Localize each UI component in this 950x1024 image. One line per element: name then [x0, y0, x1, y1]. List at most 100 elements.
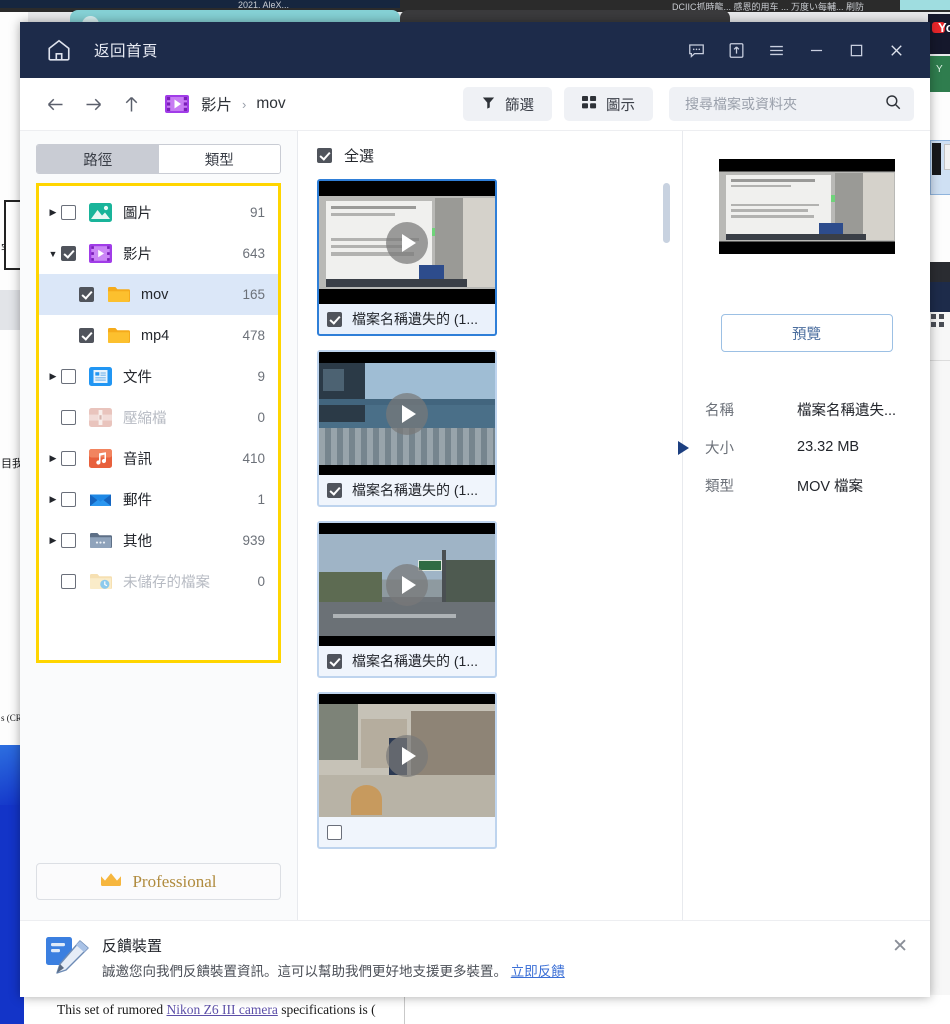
tree-item-label: 音訊: [123, 452, 152, 468]
background-right-page2: [928, 312, 950, 1024]
tree-checkbox[interactable]: [61, 533, 76, 548]
background-bottom-link[interactable]: Nikon Z6 III camera: [166, 1002, 277, 1017]
tree-item-videos[interactable]: ▼ 影片 643: [39, 233, 278, 274]
view-mode-button[interactable]: 圖示: [564, 87, 653, 121]
background-tab-title-left: 2021. AleX...: [238, 0, 290, 10]
file-card[interactable]: 檔案名稱遺失的 (1...: [317, 350, 497, 507]
tree-item-label: 其他: [123, 534, 152, 550]
maximize-button[interactable]: [836, 31, 876, 69]
expand-arrow-icon[interactable]: ▶: [45, 371, 61, 382]
file-card-grid: 檔案名稱遺失的 (1... 檔案名稱遺失的 (1... 檔案名稱遺失的 (1..…: [298, 166, 682, 849]
tab-path[interactable]: 路徑: [37, 145, 159, 173]
file-checkbox[interactable]: [327, 311, 342, 327]
tree-item-label: mov: [141, 286, 169, 303]
search-box[interactable]: 搜尋檔案或資料夾: [669, 87, 914, 121]
tree-checkbox[interactable]: [61, 574, 76, 589]
search-placeholder[interactable]: 搜尋檔案或資料夾: [685, 94, 884, 114]
menu-icon[interactable]: [756, 31, 796, 69]
background-teal-strip: [900, 0, 950, 10]
tree-item-audio[interactable]: ▶ 音訊 410: [39, 438, 278, 479]
tree-checkbox[interactable]: [61, 492, 76, 507]
tree-checkbox[interactable]: [79, 328, 94, 343]
tree-item-pictures[interactable]: ▶ 圖片 91: [39, 192, 278, 233]
notification-title: 反饋裝置: [102, 938, 163, 955]
expand-arrow-icon[interactable]: ▶: [45, 535, 61, 546]
file-thumbnail[interactable]: [319, 523, 495, 646]
file-checkbox[interactable]: [327, 482, 342, 498]
play-icon[interactable]: [386, 563, 428, 606]
tree-item-label: 未儲存的檔案: [123, 575, 210, 591]
filter-button[interactable]: 篩選: [463, 87, 552, 121]
background-right-thumb-dark: [932, 143, 941, 175]
archive-icon: [89, 408, 112, 427]
breadcrumb-root[interactable]: 影片: [201, 93, 232, 115]
home-icon[interactable]: [46, 37, 72, 63]
folder-icon: [107, 326, 130, 345]
tree-item-other[interactable]: ▶ 其他 939: [39, 520, 278, 561]
close-button[interactable]: [876, 31, 916, 69]
file-card[interactable]: 檔案名稱遺失的 (1...: [317, 521, 497, 678]
play-icon[interactable]: [386, 221, 428, 264]
tree-item-label: 圖片: [123, 206, 152, 222]
tree-item-count: 410: [242, 451, 265, 466]
play-icon[interactable]: [386, 392, 428, 435]
tree-item-mov[interactable]: mov 165: [39, 274, 278, 315]
preview-button[interactable]: 預覽: [720, 314, 893, 352]
background-left-snip-3: s (CR: [1, 713, 22, 723]
recovery-app-window: 返回首頁 影片 › mov 篩選 圖示 搜尋檔案或資料夾 路徑 類型 ▶ 圖片 …: [20, 22, 930, 997]
notification-description: 誠邀您向我們反饋裝置資訊。這可以幫助我們更好地支援更多裝置。 立即反饋: [102, 962, 602, 982]
expand-arrow-icon[interactable]: ▶: [45, 207, 61, 218]
tab-type[interactable]: 類型: [158, 145, 280, 173]
tree-checkbox[interactable]: [61, 369, 76, 384]
file-list-scrollbar[interactable]: [663, 183, 670, 243]
tree-item-mail[interactable]: ▶ 郵件 1: [39, 479, 278, 520]
expand-arrow-icon[interactable]: ▶: [45, 494, 61, 505]
file-card[interactable]: [317, 692, 497, 849]
tree-checkbox[interactable]: [61, 410, 76, 425]
tree-checkbox[interactable]: [61, 451, 76, 466]
notification-link[interactable]: 立即反饋: [511, 964, 565, 979]
file-thumbnail[interactable]: [319, 352, 495, 475]
tree-item-documents[interactable]: ▶ 文件 9: [39, 356, 278, 397]
file-card-footer: [319, 817, 495, 847]
share-icon[interactable]: [716, 31, 756, 69]
file-thumbnail[interactable]: [319, 694, 495, 817]
file-thumbnail[interactable]: [319, 181, 495, 304]
view-mode-label: 圖示: [606, 97, 635, 114]
tree-checkbox[interactable]: [61, 246, 76, 261]
breadcrumb-current[interactable]: mov: [256, 95, 285, 113]
mail-icon: [89, 490, 112, 509]
tree-checkbox[interactable]: [79, 287, 94, 302]
video-category-icon: [164, 93, 190, 115]
tree-item-unsaved[interactable]: 未儲存的檔案 0: [39, 561, 278, 602]
back-button[interactable]: [36, 85, 74, 123]
play-icon[interactable]: [386, 734, 428, 777]
tree-checkbox[interactable]: [61, 205, 76, 220]
home-label[interactable]: 返回首頁: [94, 39, 158, 61]
panel-collapse-arrow-icon[interactable]: [678, 441, 689, 455]
metadata-row-type: 類型 MOV 檔案: [705, 466, 908, 504]
up-button[interactable]: [112, 85, 150, 123]
select-all-row[interactable]: 全選: [298, 131, 682, 166]
file-checkbox[interactable]: [327, 824, 342, 840]
expand-arrow-icon[interactable]: ▶: [45, 453, 61, 464]
tree-item-count: 0: [257, 410, 265, 425]
background-bottom-text-post: specifications is (: [277, 1002, 376, 1017]
filter-icon: [481, 95, 496, 114]
tree-item-archives[interactable]: 壓縮檔 0: [39, 397, 278, 438]
file-checkbox[interactable]: [327, 653, 342, 669]
collapse-arrow-icon[interactable]: ▼: [45, 249, 61, 259]
select-all-label: 全選: [344, 148, 375, 165]
tree-item-mp4[interactable]: mp4 478: [39, 315, 278, 356]
preview-panel: 預覽 名稱 檔案名稱遺失... 大小 23.32 MB 類型 MOV 檔案: [678, 131, 930, 920]
select-all-checkbox[interactable]: [317, 148, 332, 163]
forward-button[interactable]: [74, 85, 112, 123]
notification-close-icon[interactable]: ✕: [892, 935, 908, 958]
background-bottom-text: This set of rumored Nikon Z6 III camera …: [57, 1002, 376, 1018]
feedback-icon[interactable]: [676, 31, 716, 69]
search-icon[interactable]: [884, 93, 902, 116]
file-card[interactable]: 檔案名稱遺失的 (1...: [317, 179, 497, 336]
professional-label: Professional: [132, 871, 217, 891]
minimize-button[interactable]: [796, 31, 836, 69]
professional-button[interactable]: Professional: [36, 863, 281, 900]
